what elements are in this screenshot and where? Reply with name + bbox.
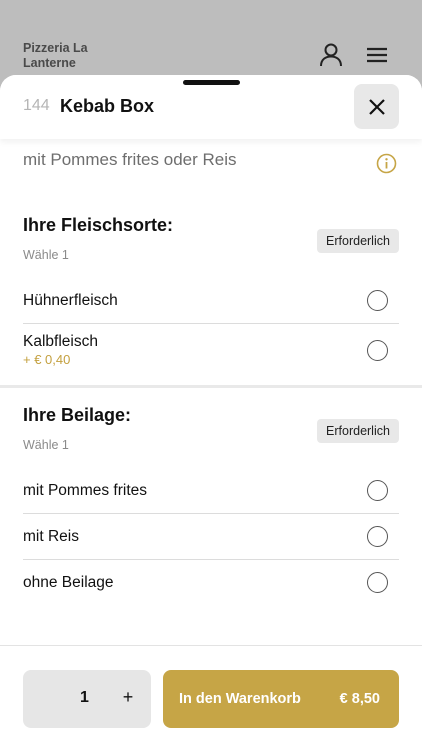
item-title: Kebab Box xyxy=(60,96,155,116)
option-huehnerfleisch[interactable]: Hühnerfleisch xyxy=(23,290,399,314)
option-label: ohne Beilage xyxy=(23,574,114,591)
group-hint: Wähle 1 xyxy=(23,248,69,262)
close-button[interactable] xyxy=(354,84,399,129)
divider xyxy=(23,513,399,514)
group-hint: Wähle 1 xyxy=(23,438,69,452)
drag-handle[interactable] xyxy=(183,80,240,85)
add-to-cart-label: In den Warenkorb xyxy=(179,691,301,707)
option-label: mit Reis xyxy=(23,528,79,545)
order-footer: 1 + In den Warenkorb € 8,50 xyxy=(0,645,422,750)
item-number: 144 xyxy=(23,97,50,114)
info-icon[interactable] xyxy=(376,153,397,174)
divider xyxy=(23,559,399,560)
option-label: Kalbfleisch xyxy=(23,333,98,350)
quantity-value: 1 xyxy=(80,689,89,706)
radio-button[interactable] xyxy=(367,526,388,547)
option-kalbfleisch[interactable]: Kalbfleisch + € 0,40 xyxy=(23,333,399,369)
close-icon xyxy=(368,98,385,115)
sheet-header: 144 Kebab Box xyxy=(0,75,422,139)
radio-button[interactable] xyxy=(367,480,388,501)
group-title-side: Ihre Beilage: xyxy=(23,405,132,425)
option-ohne-beilage[interactable]: ohne Beilage xyxy=(23,572,399,596)
cart-price: € 8,50 xyxy=(339,691,380,707)
required-badge: Erforderlich xyxy=(317,229,399,253)
divider xyxy=(23,323,399,324)
restaurant-name: Pizzeria La Lanterne xyxy=(23,41,88,70)
radio-button[interactable] xyxy=(367,290,388,311)
option-reis[interactable]: mit Reis xyxy=(23,526,399,550)
option-price: + € 0,40 xyxy=(23,352,71,367)
radio-button[interactable] xyxy=(367,340,388,361)
quantity-stepper[interactable]: 1 + xyxy=(23,670,151,728)
option-pommes[interactable]: mit Pommes frites xyxy=(23,480,399,504)
required-badge: Erforderlich xyxy=(317,419,399,443)
add-to-cart-button[interactable]: In den Warenkorb € 8,50 xyxy=(163,670,399,728)
user-icon[interactable] xyxy=(318,42,344,68)
option-label: Hühnerfleisch xyxy=(23,292,118,309)
radio-button[interactable] xyxy=(367,572,388,593)
plus-button[interactable]: + xyxy=(120,687,136,708)
group-title-meat: Ihre Fleischsorte: xyxy=(23,215,174,235)
section-separator xyxy=(0,385,422,388)
menu-icon[interactable] xyxy=(364,42,390,68)
option-label: mit Pommes frites xyxy=(23,482,148,499)
item-description: mit Pommes frites oder Reis xyxy=(23,150,237,169)
